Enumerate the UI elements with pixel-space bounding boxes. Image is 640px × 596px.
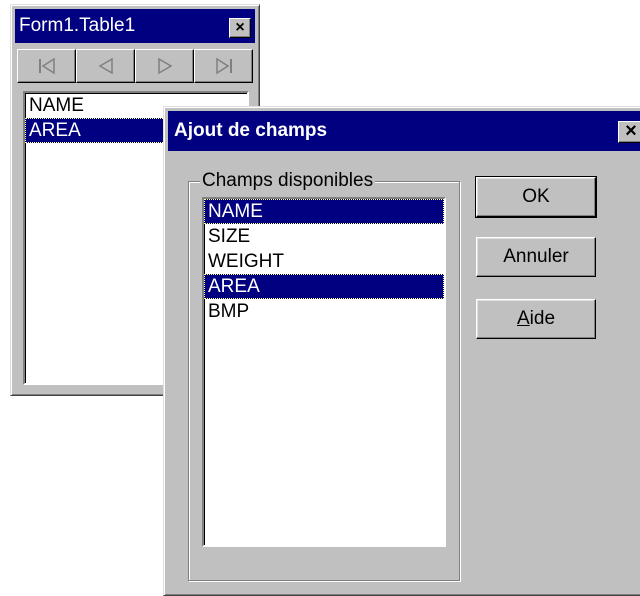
prior-record-icon xyxy=(98,57,113,75)
next-record-icon xyxy=(157,57,172,75)
table-window-title-bar[interactable]: Form1.Table1 xyxy=(15,9,255,43)
add-fields-dialog: Ajout de champs × Champs disponibles NAM… xyxy=(163,106,640,596)
available-fields-label: Champs disponibles xyxy=(200,170,376,192)
first-record-icon xyxy=(38,57,55,75)
table-window-title: Form1.Table1 xyxy=(19,15,136,36)
next-record-button[interactable] xyxy=(135,49,194,83)
dialog-title: Ajout de champs xyxy=(174,120,328,141)
prior-record-button[interactable] xyxy=(76,49,135,83)
record-navigator xyxy=(17,49,253,83)
available-field-item[interactable]: BMP xyxy=(204,299,444,324)
dialog-close-icon[interactable]: × xyxy=(618,121,640,143)
cancel-button[interactable]: Annuler xyxy=(476,237,596,277)
close-icon[interactable]: × xyxy=(229,18,251,38)
help-button[interactable]: Aide xyxy=(476,299,596,339)
available-field-item[interactable]: SIZE xyxy=(204,224,444,249)
ok-button[interactable]: OK xyxy=(475,176,597,218)
help-label-rest: ide xyxy=(529,308,556,329)
dialog-title-bar[interactable]: Ajout de champs xyxy=(168,111,640,151)
first-record-button[interactable] xyxy=(17,49,76,83)
help-accelerator: A xyxy=(516,308,530,329)
available-field-item[interactable]: WEIGHT xyxy=(204,249,444,274)
available-field-item[interactable]: AREA xyxy=(204,274,444,299)
available-field-item[interactable]: NAME xyxy=(204,199,444,224)
last-record-icon xyxy=(215,57,232,75)
last-record-button[interactable] xyxy=(194,49,253,83)
available-fields-list[interactable]: NAME SIZE WEIGHT AREA BMP xyxy=(202,197,446,547)
